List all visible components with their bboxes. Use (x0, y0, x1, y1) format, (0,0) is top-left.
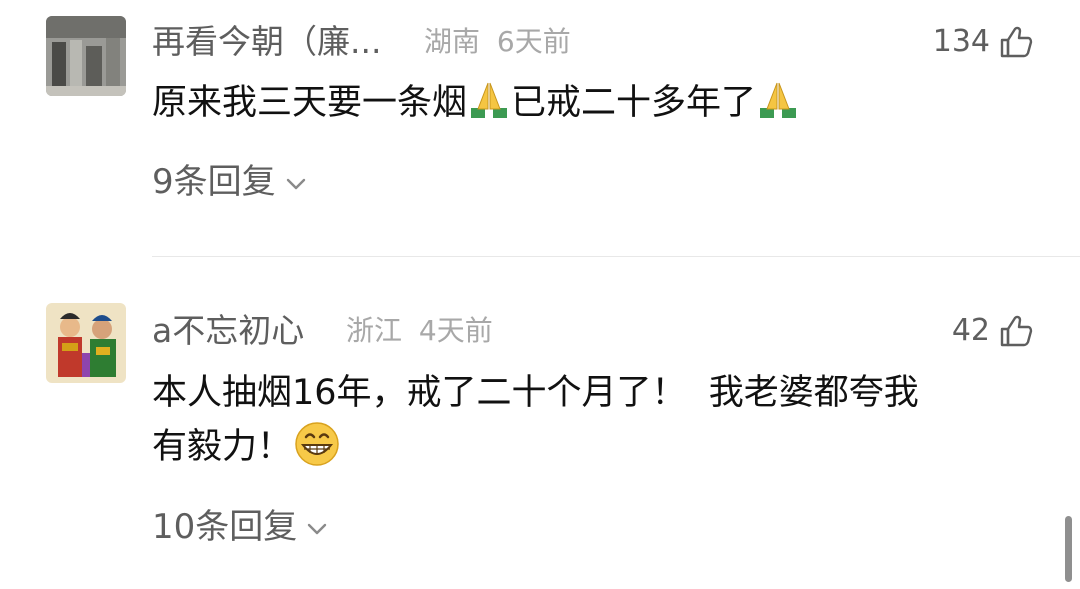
timestamp: 4天前 (418, 314, 493, 347)
folded-hands-icon (760, 82, 797, 118)
username[interactable]: a不忘初心 (152, 309, 304, 353)
replies-count-label: 9条回复 (152, 162, 276, 202)
username[interactable]: 再看今朝（廉... (152, 20, 381, 64)
user-avatar[interactable] (46, 303, 126, 383)
thumbs-up-icon (1000, 315, 1033, 347)
comment-item: a不忘初心 浙江 4天前 42 本人抽烟16年，戒了二十个月了！ 我老婆都夸我 … (0, 257, 1080, 589)
door-gods-avatar-icon (46, 303, 126, 383)
comment-text: 本人抽烟16年，戒了二十个月了！ 我老婆都夸我 有毅力！ (152, 366, 1042, 474)
location: 湖南 (424, 25, 481, 58)
comment-text-line1: 本人抽烟16年，戒了二十个月了！ 我老婆都夸我 (152, 373, 919, 413)
scrollbar-thumb[interactable] (1065, 516, 1072, 582)
replies-count-label: 10条回复 (152, 507, 298, 547)
location: 浙江 (346, 314, 403, 347)
comment-item: 再看今朝（廉... 湖南 6天前 134 原来我三天要一条烟 已戒二十多年了 9… (0, 0, 1080, 256)
user-avatar[interactable] (46, 16, 126, 96)
like-count: 134 (932, 24, 990, 59)
view-replies-button[interactable]: 10条回复 (152, 503, 329, 551)
thumbs-up-icon (1000, 26, 1033, 58)
comment-text-line2: 有毅力！ (152, 420, 1042, 474)
comment-meta: 湖南 6天前 (424, 20, 571, 64)
building-photo-avatar-icon (46, 16, 126, 96)
comment-text-line2-text: 有毅力！ (152, 427, 293, 467)
like-button[interactable]: 42 (952, 309, 1034, 353)
grinning-face-icon (295, 422, 339, 466)
folded-hands-icon (471, 82, 508, 118)
comment-text-part1: 原来我三天要一条烟 (152, 83, 468, 123)
comment-text-part2: 已戒二十多年了 (511, 83, 757, 123)
timestamp: 6天前 (496, 25, 571, 58)
view-replies-button[interactable]: 9条回复 (152, 158, 308, 206)
like-count: 42 (951, 313, 990, 348)
comment-meta: 浙江 4天前 (346, 309, 493, 353)
chevron-down-icon (308, 523, 327, 535)
chevron-down-icon (286, 178, 305, 190)
like-button[interactable]: 134 (933, 20, 1034, 64)
comment-text: 原来我三天要一条烟 已戒二十多年了 (152, 76, 1042, 130)
